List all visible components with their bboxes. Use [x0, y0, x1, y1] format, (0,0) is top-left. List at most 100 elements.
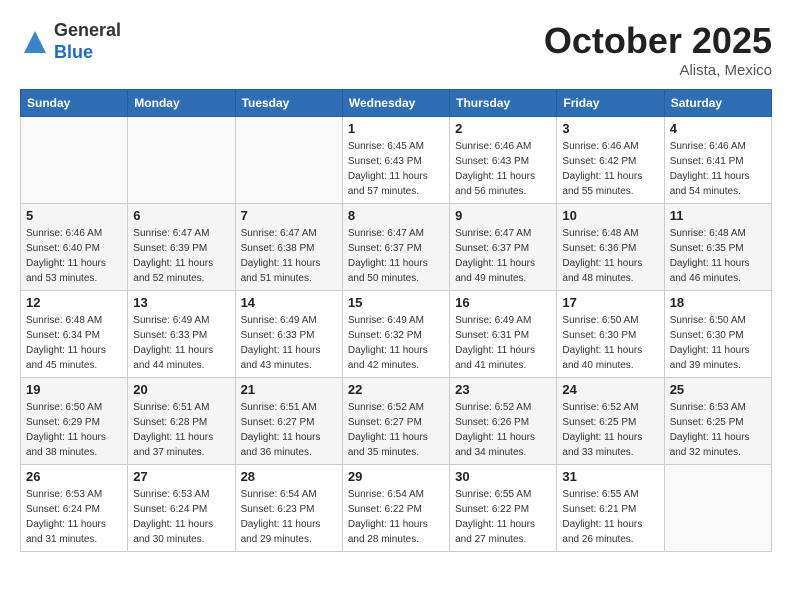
day-cell-14: 14 Sunrise: 6:49 AM Sunset: 6:33 PM Dayli…	[235, 291, 342, 378]
day-info: Sunrise: 6:50 AM Sunset: 6:30 PM Dayligh…	[670, 313, 766, 373]
day-cell-27: 27 Sunrise: 6:53 AM Sunset: 6:24 PM Dayli…	[128, 465, 235, 552]
day-info: Sunrise: 6:46 AM Sunset: 6:42 PM Dayligh…	[562, 139, 658, 199]
day-cell-4: 4 Sunrise: 6:46 AM Sunset: 6:41 PM Daylig…	[664, 117, 771, 204]
day-cell-6: 6 Sunrise: 6:47 AM Sunset: 6:39 PM Daylig…	[128, 204, 235, 291]
weekday-header-friday: Friday	[557, 90, 664, 117]
day-number: 5	[26, 208, 122, 223]
day-number: 16	[455, 295, 551, 310]
day-number: 21	[241, 382, 337, 397]
day-cell-8: 8 Sunrise: 6:47 AM Sunset: 6:37 PM Daylig…	[342, 204, 449, 291]
day-info: Sunrise: 6:52 AM Sunset: 6:27 PM Dayligh…	[348, 400, 444, 460]
day-number: 29	[348, 469, 444, 484]
day-cell-12: 12 Sunrise: 6:48 AM Sunset: 6:34 PM Dayli…	[21, 291, 128, 378]
day-number: 6	[133, 208, 229, 223]
day-number: 9	[455, 208, 551, 223]
title-block: October 2025 Alista, Mexico	[544, 20, 772, 79]
day-number: 7	[241, 208, 337, 223]
day-cell-19: 19 Sunrise: 6:50 AM Sunset: 6:29 PM Dayli…	[21, 378, 128, 465]
weekday-header-sunday: Sunday	[21, 90, 128, 117]
day-cell-22: 22 Sunrise: 6:52 AM Sunset: 6:27 PM Dayli…	[342, 378, 449, 465]
day-info: Sunrise: 6:50 AM Sunset: 6:29 PM Dayligh…	[26, 400, 122, 460]
week-row-0: 1 Sunrise: 6:45 AM Sunset: 6:43 PM Daylig…	[21, 117, 772, 204]
day-number: 20	[133, 382, 229, 397]
empty-cell	[21, 117, 128, 204]
day-number: 24	[562, 382, 658, 397]
day-cell-31: 31Sunrise: 6:55 AM Sunset: 6:21 PM Dayli…	[557, 465, 664, 552]
empty-cell	[235, 117, 342, 204]
day-cell-7: 7 Sunrise: 6:47 AM Sunset: 6:38 PM Daylig…	[235, 204, 342, 291]
day-cell-20: 20 Sunrise: 6:51 AM Sunset: 6:28 PM Dayli…	[128, 378, 235, 465]
day-info: Sunrise: 6:49 AM Sunset: 6:33 PM Dayligh…	[133, 313, 229, 373]
day-info: Sunrise: 6:46 AM Sunset: 6:43 PM Dayligh…	[455, 139, 551, 199]
day-cell-5: 5 Sunrise: 6:46 AM Sunset: 6:40 PM Daylig…	[21, 204, 128, 291]
logo: General Blue	[20, 20, 121, 63]
day-info: Sunrise: 6:50 AM Sunset: 6:30 PM Dayligh…	[562, 313, 658, 373]
weekday-header-saturday: Saturday	[664, 90, 771, 117]
day-cell-26: 26 Sunrise: 6:53 AM Sunset: 6:24 PM Dayli…	[21, 465, 128, 552]
day-number: 26	[26, 469, 122, 484]
page-header: General Blue October 2025 Alista, Mexico	[20, 20, 772, 79]
day-number: 4	[670, 121, 766, 136]
day-number: 3	[562, 121, 658, 136]
weekday-header-wednesday: Wednesday	[342, 90, 449, 117]
day-number: 1	[348, 121, 444, 136]
day-number: 23	[455, 382, 551, 397]
week-row-1: 5 Sunrise: 6:46 AM Sunset: 6:40 PM Daylig…	[21, 204, 772, 291]
day-info: Sunrise: 6:47 AM Sunset: 6:39 PM Dayligh…	[133, 226, 229, 286]
day-info: Sunrise: 6:45 AM Sunset: 6:43 PM Dayligh…	[348, 139, 444, 199]
day-cell-15: 15Sunrise: 6:49 AM Sunset: 6:32 PM Dayli…	[342, 291, 449, 378]
day-info: Sunrise: 6:48 AM Sunset: 6:34 PM Dayligh…	[26, 313, 122, 373]
day-number: 8	[348, 208, 444, 223]
day-info: Sunrise: 6:53 AM Sunset: 6:24 PM Dayligh…	[133, 487, 229, 547]
day-info: Sunrise: 6:49 AM Sunset: 6:33 PM Dayligh…	[241, 313, 337, 373]
day-cell-23: 23 Sunrise: 6:52 AM Sunset: 6:26 PM Dayli…	[450, 378, 557, 465]
day-number: 22	[348, 382, 444, 397]
empty-cell	[128, 117, 235, 204]
day-cell-9: 9 Sunrise: 6:47 AM Sunset: 6:37 PM Daylig…	[450, 204, 557, 291]
calendar-header: SundayMondayTuesdayWednesdayThursdayFrid…	[21, 90, 772, 117]
day-info: Sunrise: 6:46 AM Sunset: 6:40 PM Dayligh…	[26, 226, 122, 286]
day-number: 27	[133, 469, 229, 484]
day-number: 13	[133, 295, 229, 310]
day-info: Sunrise: 6:51 AM Sunset: 6:28 PM Dayligh…	[133, 400, 229, 460]
day-number: 18	[670, 295, 766, 310]
logo-general: General	[54, 20, 121, 42]
day-info: Sunrise: 6:54 AM Sunset: 6:22 PM Dayligh…	[348, 487, 444, 547]
day-cell-16: 16 Sunrise: 6:49 AM Sunset: 6:31 PM Dayli…	[450, 291, 557, 378]
day-info: Sunrise: 6:53 AM Sunset: 6:24 PM Dayligh…	[26, 487, 122, 547]
day-number: 14	[241, 295, 337, 310]
day-info: Sunrise: 6:46 AM Sunset: 6:41 PM Dayligh…	[670, 139, 766, 199]
day-info: Sunrise: 6:47 AM Sunset: 6:38 PM Dayligh…	[241, 226, 337, 286]
day-number: 19	[26, 382, 122, 397]
day-cell-18: 18 Sunrise: 6:50 AM Sunset: 6:30 PM Dayli…	[664, 291, 771, 378]
weekday-header-thursday: Thursday	[450, 90, 557, 117]
day-number: 28	[241, 469, 337, 484]
month-title: October 2025	[544, 20, 772, 62]
day-info: Sunrise: 6:52 AM Sunset: 6:26 PM Dayligh…	[455, 400, 551, 460]
day-cell-25: 25Sunrise: 6:53 AM Sunset: 6:25 PM Dayli…	[664, 378, 771, 465]
week-row-4: 26 Sunrise: 6:53 AM Sunset: 6:24 PM Dayli…	[21, 465, 772, 552]
day-cell-24: 24 Sunrise: 6:52 AM Sunset: 6:25 PM Dayli…	[557, 378, 664, 465]
day-info: Sunrise: 6:52 AM Sunset: 6:25 PM Dayligh…	[562, 400, 658, 460]
logo-icon	[20, 27, 50, 57]
day-cell-11: 11Sunrise: 6:48 AM Sunset: 6:35 PM Dayli…	[664, 204, 771, 291]
day-cell-2: 2 Sunrise: 6:46 AM Sunset: 6:43 PM Daylig…	[450, 117, 557, 204]
day-number: 12	[26, 295, 122, 310]
day-number: 17	[562, 295, 658, 310]
day-cell-17: 17 Sunrise: 6:50 AM Sunset: 6:30 PM Dayli…	[557, 291, 664, 378]
day-info: Sunrise: 6:51 AM Sunset: 6:27 PM Dayligh…	[241, 400, 337, 460]
day-info: Sunrise: 6:47 AM Sunset: 6:37 PM Dayligh…	[348, 226, 444, 286]
calendar-table: SundayMondayTuesdayWednesdayThursdayFrid…	[20, 89, 772, 552]
logo-blue: Blue	[54, 42, 121, 64]
day-info: Sunrise: 6:49 AM Sunset: 6:31 PM Dayligh…	[455, 313, 551, 373]
day-cell-13: 13 Sunrise: 6:49 AM Sunset: 6:33 PM Dayli…	[128, 291, 235, 378]
weekday-header-tuesday: Tuesday	[235, 90, 342, 117]
day-info: Sunrise: 6:47 AM Sunset: 6:37 PM Dayligh…	[455, 226, 551, 286]
day-number: 15	[348, 295, 444, 310]
day-number: 2	[455, 121, 551, 136]
day-cell-30: 30Sunrise: 6:55 AM Sunset: 6:22 PM Dayli…	[450, 465, 557, 552]
empty-cell	[664, 465, 771, 552]
day-info: Sunrise: 6:55 AM Sunset: 6:21 PM Dayligh…	[562, 487, 658, 547]
day-cell-29: 29 Sunrise: 6:54 AM Sunset: 6:22 PM Dayli…	[342, 465, 449, 552]
day-number: 11	[670, 208, 766, 223]
